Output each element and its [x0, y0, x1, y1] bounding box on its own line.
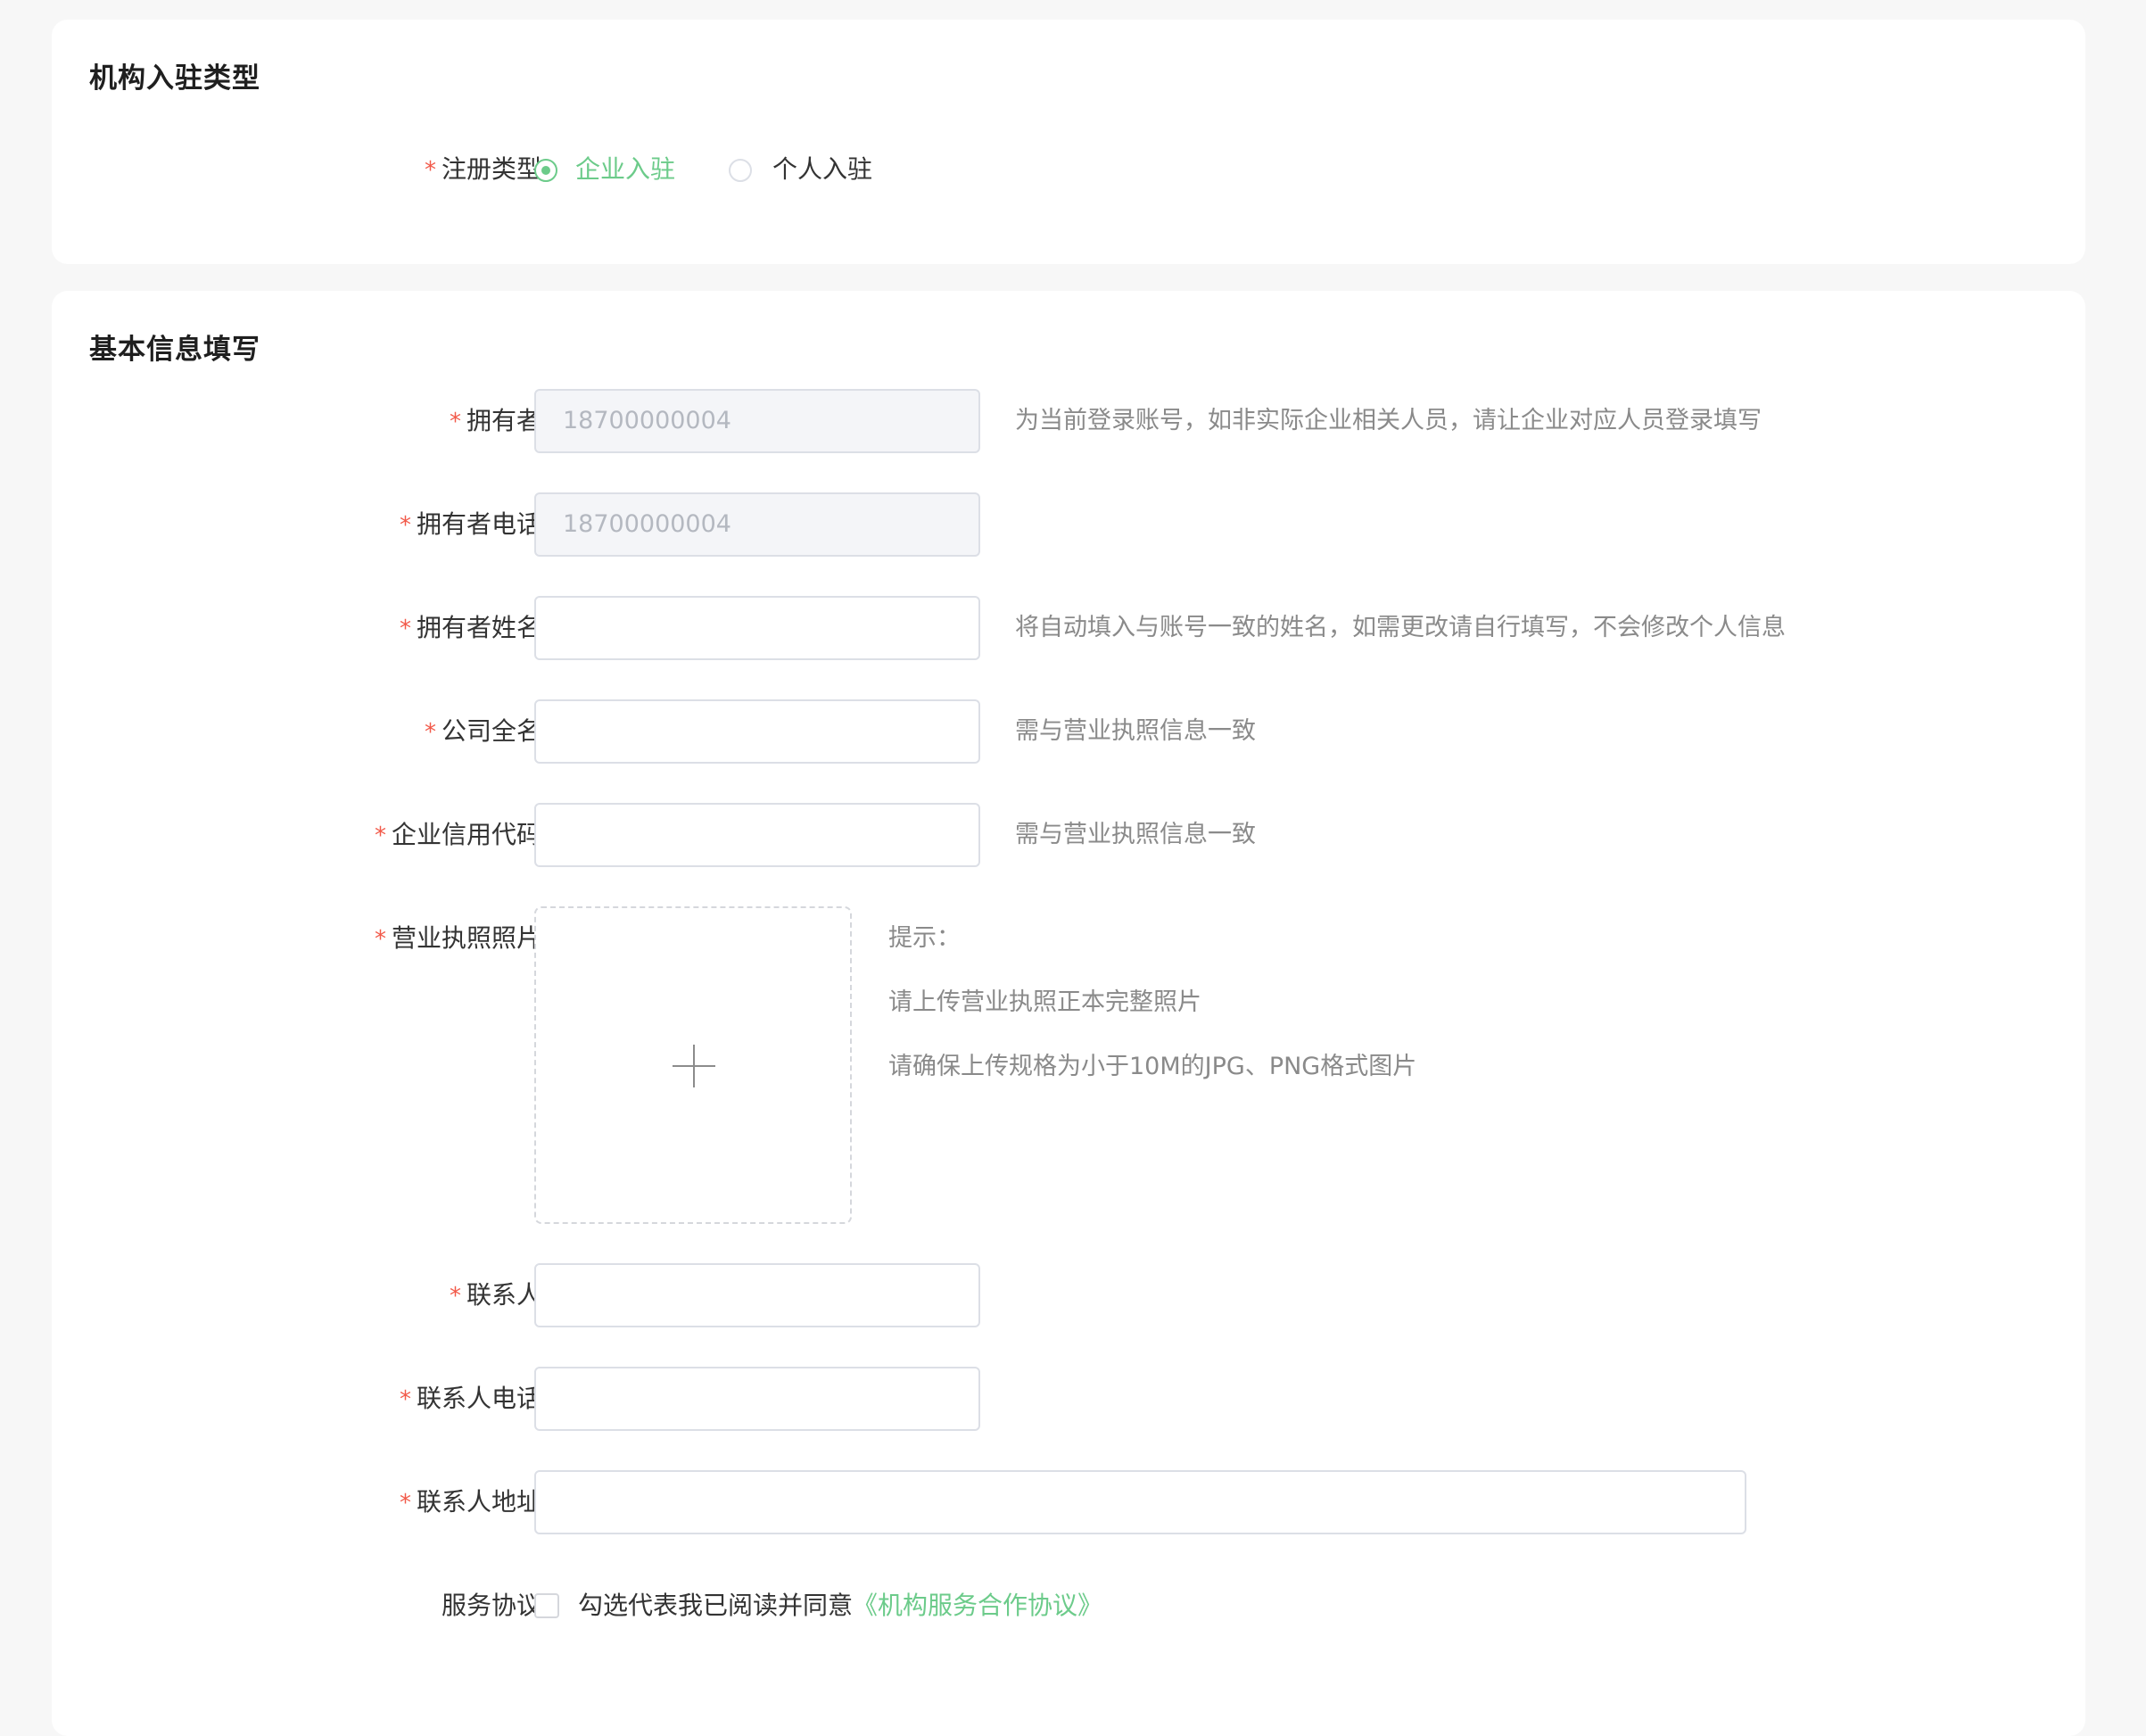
radio-enterprise-label[interactable]: 企业入驻	[575, 153, 675, 186]
owner-name-hint: 将自动填入与账号一致的姓名，如需更改请自行填写，不会修改个人信息	[1015, 614, 1786, 641]
owner-name-input[interactable]	[534, 596, 980, 660]
agreement-link[interactable]: 《机构服务合作协议》	[853, 1591, 1102, 1620]
contact-phone-label: * 联系人电话	[399, 1384, 541, 1413]
contact-label: * 联系人	[449, 1280, 541, 1310]
agreement-checkbox[interactable]	[534, 1593, 559, 1618]
radio-individual[interactable]	[729, 159, 752, 182]
company-name-input[interactable]	[534, 699, 980, 764]
credit-code-hint: 需与营业执照信息一致	[1015, 821, 1256, 848]
credit-code-label: * 企业信用代码	[374, 820, 541, 849]
agreement-label: 服务协议	[441, 1591, 541, 1620]
upload-tip-line: 请上传营业执照正本完整照片	[888, 988, 1201, 1016]
section-title-registration-type: 机构入驻类型	[89, 62, 260, 95]
required-mark: *	[399, 616, 411, 642]
company-name-label: * 公司全名	[424, 716, 541, 746]
owner-input: 18700000004	[534, 389, 980, 453]
company-name-hint: 需与营业执照信息一致	[1015, 717, 1256, 745]
section-title-basic-info: 基本信息填写	[89, 334, 260, 366]
credit-code-input[interactable]	[534, 803, 980, 867]
owner-phone-input: 18700000004	[534, 492, 980, 557]
plus-icon	[673, 1045, 715, 1087]
upload-tip-title: 提示：	[888, 924, 961, 952]
radio-enterprise[interactable]	[534, 159, 557, 182]
required-mark: *	[399, 512, 411, 539]
owner-hint: 为当前登录账号，如非实际企业相关人员，请让企业对应人员登录填写	[1015, 407, 1762, 434]
registration-type-card: 机构入驻类型 * 注册类型 企业入驻 个人入驻	[52, 20, 2085, 264]
required-mark: *	[374, 926, 386, 953]
owner-phone-label: * 拥有者电话	[399, 509, 541, 539]
owner-name-label: * 拥有者姓名	[399, 613, 541, 642]
required-mark: *	[424, 719, 436, 746]
required-mark: *	[399, 1490, 411, 1517]
license-photo-label: * 营业执照照片	[374, 923, 541, 953]
contact-address-input[interactable]	[534, 1470, 1746, 1534]
required-mark: *	[449, 409, 461, 435]
contact-input[interactable]	[534, 1263, 980, 1327]
contact-address-label: * 联系人地址	[399, 1487, 541, 1517]
radio-individual-label[interactable]: 个人入驻	[772, 153, 872, 186]
register-type-label: * 注册类型	[424, 154, 541, 184]
owner-label: * 拥有者	[449, 406, 541, 435]
license-photo-upload[interactable]	[534, 906, 852, 1224]
required-mark: *	[424, 157, 436, 184]
agreement-text: 勾选代表我已阅读并同意《机构服务合作协议》	[578, 1591, 1103, 1620]
required-mark: *	[374, 823, 386, 849]
upload-tip-line: 请确保上传规格为小于10M的JPG、PNG格式图片	[888, 1053, 1417, 1080]
basic-info-card: 基本信息填写 * 拥有者 18700000004 为当前登录账号，如非实际企业相关…	[52, 291, 2085, 1736]
required-mark: *	[399, 1386, 411, 1413]
required-mark: *	[449, 1283, 461, 1310]
contact-phone-input[interactable]	[534, 1367, 980, 1431]
